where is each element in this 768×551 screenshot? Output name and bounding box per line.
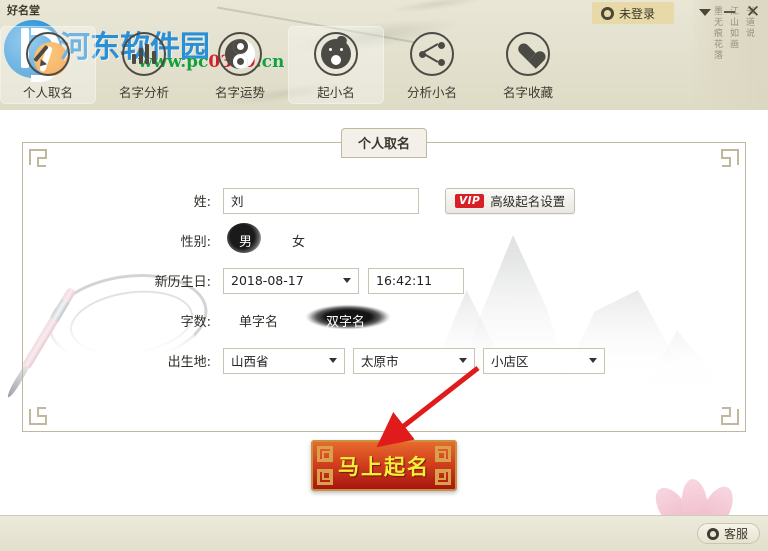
city-value: 太原市 (361, 354, 399, 369)
panel-title: 个人取名 (340, 128, 428, 158)
close-button[interactable]: ✕ (742, 2, 764, 22)
gender-option-female[interactable]: 女 (286, 229, 311, 252)
name-length-radio-group: 单字名 双字名 (223, 303, 393, 332)
nav-label-personal-naming: 个人取名 (22, 85, 73, 100)
gender-option-male[interactable]: 男 (227, 223, 261, 253)
nav-item-name-analysis[interactable]: 名字分析 (96, 26, 192, 104)
gender-option-male-label: 男 (239, 235, 253, 250)
nav-label-favorites: 名字收藏 (502, 85, 553, 100)
login-button[interactable]: 未登录 (592, 2, 674, 24)
app-title: 好名堂 (7, 4, 40, 17)
province-select[interactable]: 山西省 (223, 347, 345, 374)
share-icon (410, 32, 454, 76)
baby-icon (314, 32, 358, 76)
start-naming-label: 马上起名 (338, 454, 430, 479)
ornament-corner-icon (435, 469, 451, 485)
surname-input[interactable]: 刘 (223, 187, 419, 214)
start-naming-button[interactable]: 马上起名 (311, 440, 457, 491)
close-icon: ✕ (745, 2, 761, 22)
birth-date-value: 2018-08-17 (231, 273, 304, 288)
nav-item-name-fortune[interactable]: 名字运势 (192, 26, 288, 104)
nav-label-name-analysis: 名字分析 (118, 85, 169, 100)
vip-badge: VIP (455, 193, 485, 208)
customer-service-label: 客服 (723, 527, 748, 541)
corner-ornament-bottom-left (29, 401, 53, 425)
corner-ornament-top-right (715, 149, 739, 173)
bars-icon (122, 32, 166, 76)
form-row-surname: 姓: 刘 VIP 高级起名设置 (23, 181, 745, 220)
label-name-length: 字数: (180, 315, 211, 330)
form-row-name-length: 字数: 单字名 双字名 (23, 301, 745, 340)
nav-item-personal-naming[interactable]: 个人取名 (0, 26, 96, 104)
nav-item-nickname[interactable]: 起小名 (288, 26, 384, 104)
vip-button-label: 高级起名设置 (490, 194, 566, 209)
chevron-down-icon (459, 358, 467, 363)
label-surname: 姓: (193, 195, 211, 210)
nav-item-favorites[interactable]: 名字收藏 (480, 26, 576, 104)
form-row-birthday: 新历生日: 2018-08-17 16:42:11 (23, 261, 745, 300)
name-length-option-double[interactable]: 双字名 (304, 303, 393, 332)
title-bar: 墨无痕花落 江山如画 书道说 好名堂 河东软件园 www.pc0359.cn 未… (0, 0, 768, 110)
gender-option-female-label: 女 (292, 235, 306, 250)
label-gender: 性别: (180, 235, 211, 250)
name-length-option-single[interactable]: 单字名 (233, 309, 284, 332)
name-length-option-single-label: 单字名 (239, 315, 279, 330)
ornament-corner-icon (317, 446, 333, 462)
login-status-label: 未登录 (619, 6, 656, 21)
application-window: 墨无痕花落 江山如画 书道说 好名堂 河东软件园 www.pc0359.cn 未… (0, 0, 768, 551)
nav-label-name-fortune: 名字运势 (214, 85, 265, 100)
form-row-gender: 性别: 男 女 (23, 221, 745, 260)
label-birthplace: 出生地: (167, 355, 211, 370)
district-value: 小店区 (491, 354, 529, 369)
customer-service-button[interactable]: 客服 (696, 523, 760, 544)
name-length-option-double-label: 双字名 (326, 315, 366, 330)
minimize-icon (723, 11, 735, 13)
district-select[interactable]: 小店区 (483, 347, 605, 374)
naming-form: 姓: 刘 VIP 高级起名设置 性别: 男 女 新历生日: 2018-08-17… (23, 181, 745, 381)
minimize-button[interactable] (718, 2, 740, 22)
main-content: 个人取名 姓: 刘 VIP 高级起名设置 性别: 男 女 新历生日: 2018-… (0, 110, 768, 515)
birth-time-input[interactable]: 16:42:11 (368, 267, 464, 294)
nav-label-nickname: 起小名 (317, 85, 355, 100)
ornament-corner-icon (317, 469, 333, 485)
heart-icon (506, 32, 550, 76)
corner-ornament-bottom-right (715, 401, 739, 425)
naming-form-panel: 个人取名 姓: 刘 VIP 高级起名设置 性别: 男 女 新历生日: 2018-… (22, 128, 746, 432)
chevron-down-icon (589, 358, 597, 363)
yinyang-icon (218, 32, 262, 76)
label-birthday: 新历生日: (154, 275, 211, 290)
nav-item-nickname-analysis[interactable]: 分析小名 (384, 26, 480, 104)
submit-area: 马上起名 (0, 440, 768, 491)
menu-button[interactable] (694, 2, 716, 22)
birth-date-picker[interactable]: 2018-08-17 (223, 267, 359, 294)
city-select[interactable]: 太原市 (353, 347, 475, 374)
province-value: 山西省 (231, 354, 269, 369)
chevron-down-icon (699, 8, 711, 16)
chevron-down-icon (343, 278, 351, 283)
ornament-corner-icon (435, 446, 451, 462)
corner-ornament-top-left (29, 149, 53, 173)
chevron-down-icon (329, 358, 337, 363)
form-row-birthplace: 出生地: 山西省 太原市 小店区 (23, 341, 745, 380)
main-navigation: 个人取名 名字分析 名字运势 起小名 分析小名 名字收藏 (0, 26, 768, 110)
status-bar: 客服 (0, 515, 768, 551)
gender-radio-group: 男 女 (223, 223, 311, 253)
user-avatar-icon (601, 6, 614, 20)
nav-label-nickname-analysis: 分析小名 (406, 85, 457, 100)
headset-icon (706, 527, 719, 540)
vip-advanced-settings-button[interactable]: VIP 高级起名设置 (445, 187, 576, 214)
pen-icon (26, 32, 70, 76)
